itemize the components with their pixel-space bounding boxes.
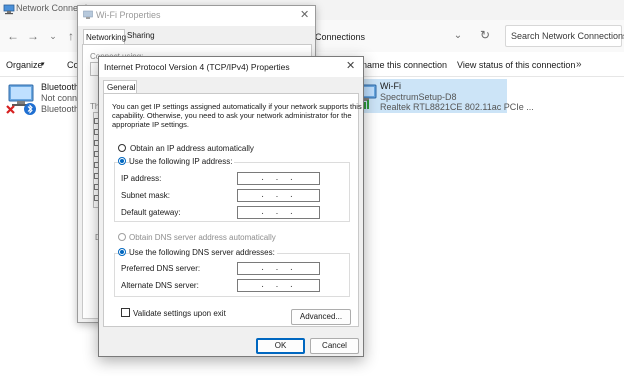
subnet-mask-label: Subnet mask: (121, 191, 170, 200)
tab-sharing[interactable]: Sharing (127, 31, 155, 40)
subnet-mask-field[interactable]: . . . (237, 189, 320, 202)
rename-connection-command[interactable]: name this connection (362, 60, 447, 70)
bluetooth-icon (24, 103, 36, 115)
cancel-button[interactable]: Cancel (310, 338, 359, 354)
dialog-title: Internet Protocol Version 4 (TCP/IPv4) P… (104, 62, 290, 72)
network-adapter-icon (83, 10, 93, 19)
network-adapter-icon[interactable] (6, 82, 40, 116)
obtain-ip-auto-radio[interactable] (118, 144, 126, 152)
more-commands-button[interactable]: » (576, 59, 582, 70)
use-following-ip-radio[interactable] (118, 157, 126, 165)
organize-menu[interactable]: Organize (6, 60, 43, 70)
validate-settings-label: Validate settings upon exit (133, 309, 226, 318)
tab-networking-label: Networking (86, 33, 127, 42)
forward-arrow-icon[interactable]: → (24, 27, 42, 45)
adapter-device: Bluetooth (41, 104, 80, 114)
obtain-ip-auto-label: Obtain an IP address automatically (130, 144, 254, 153)
adapter-name: Bluetooth (41, 82, 80, 92)
ip-address-field[interactable]: . . . (237, 172, 320, 185)
view-status-command[interactable]: View status of this connection (457, 60, 575, 70)
adapter-status: Not conn (41, 93, 78, 103)
ip-address-label: IP address: (121, 174, 162, 183)
adapter-device: Realtek RTL8821CE 802.11ac PCIe ... (380, 102, 534, 112)
network-connections-icon (3, 4, 15, 15)
wifi-properties-title: Wi-Fi Properties (96, 10, 161, 20)
use-following-ip-label: Use the following IP address: (129, 157, 235, 166)
advanced-button[interactable]: Advanced... (291, 309, 351, 325)
obtain-dns-auto-label: Obtain DNS server address automatically (129, 233, 276, 242)
chevron-down-icon[interactable]: ⌄ (44, 27, 62, 45)
preferred-dns-field[interactable]: . . . (237, 262, 320, 275)
close-icon[interactable]: ✕ (346, 59, 355, 72)
default-gateway-field[interactable]: . . . (237, 206, 320, 219)
organize-caret-icon: ▾ (41, 61, 45, 68)
preferred-dns-label: Preferred DNS server: (121, 264, 201, 273)
default-gateway-label: Default gateway: (121, 208, 181, 217)
refresh-icon[interactable]: ↻ (476, 26, 494, 44)
use-following-dns-label: Use the following DNS server addresses: (129, 248, 277, 257)
error-x-icon (6, 105, 15, 114)
ok-button[interactable]: OK (256, 338, 305, 354)
obtain-dns-auto-radio[interactable] (118, 233, 126, 241)
close-icon[interactable]: ✕ (300, 8, 309, 21)
alternate-dns-field[interactable]: . . . (237, 279, 320, 292)
adapter-name: Wi-Fi (380, 81, 401, 91)
ip-description: You can get IP settings assigned automat… (112, 102, 362, 129)
address-history-chevron-icon[interactable]: ⌄ (452, 29, 464, 43)
address-bar-path[interactable]: Connections (315, 32, 365, 42)
adapter-status: SpectrumSetup-D8 (380, 92, 457, 102)
validate-settings-checkbox[interactable] (121, 308, 130, 317)
back-arrow-icon[interactable]: ← (4, 27, 22, 45)
use-following-dns-radio[interactable] (118, 248, 126, 256)
tab-general-label: General (107, 83, 136, 92)
search-placeholder: Search Network Connections (511, 31, 624, 41)
alternate-dns-label: Alternate DNS server: (121, 281, 199, 290)
